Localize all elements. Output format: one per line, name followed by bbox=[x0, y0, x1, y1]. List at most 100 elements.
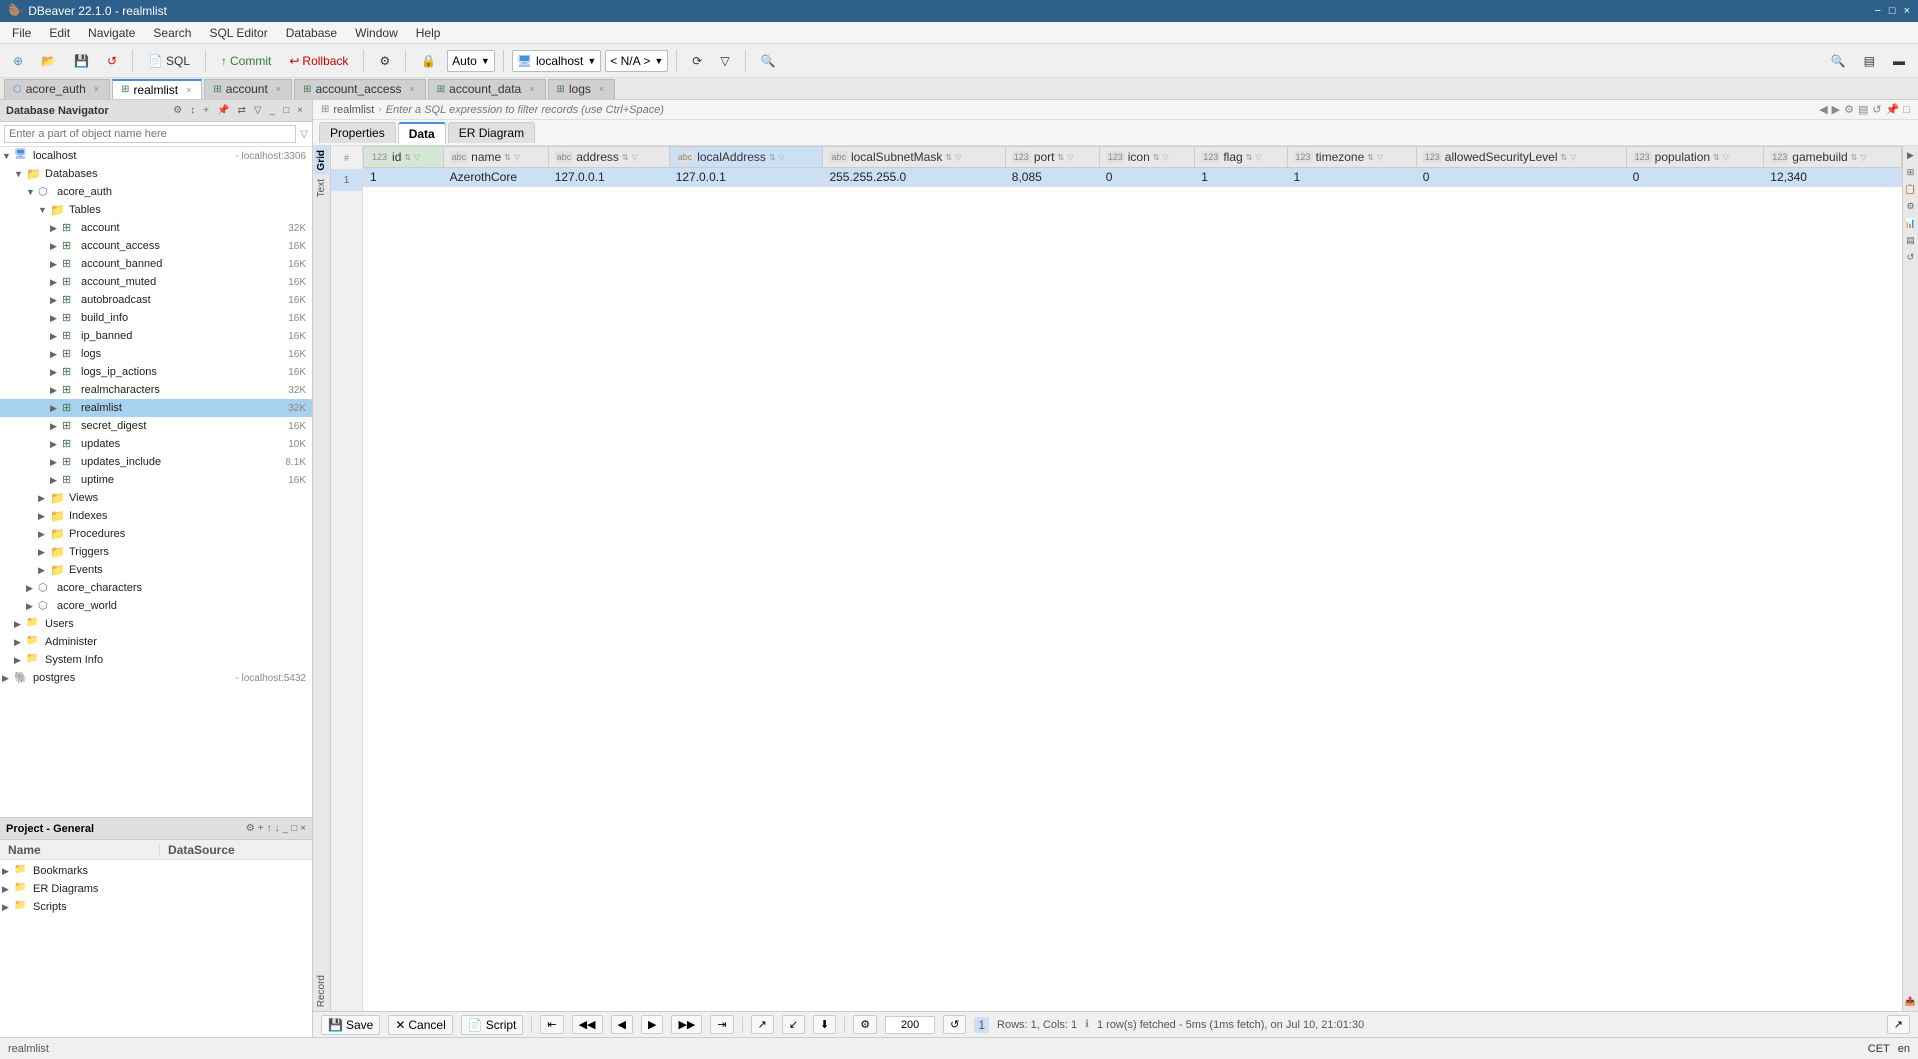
tab-acore-auth-close[interactable]: × bbox=[94, 84, 99, 94]
nav-next-button[interactable]: ▶ bbox=[1832, 103, 1840, 116]
col-address-sort[interactable]: ⇅ bbox=[622, 153, 629, 162]
status-expand-button[interactable]: ↗ bbox=[1887, 1015, 1910, 1034]
nav-next-page-button[interactable]: ▶▶ bbox=[671, 1015, 702, 1034]
import-button[interactable]: ↙ bbox=[782, 1015, 805, 1034]
tab-account-close[interactable]: × bbox=[276, 84, 281, 94]
search-input[interactable] bbox=[4, 125, 296, 143]
tree-table-account[interactable]: ▶ ⊞ account 32K bbox=[0, 219, 312, 237]
tree-acore-world[interactable]: ▶ ⬡ acore_world bbox=[0, 597, 312, 615]
nav-arrows-icon[interactable]: ⇄ bbox=[234, 104, 248, 117]
project-close-icon[interactable]: × bbox=[300, 823, 306, 834]
project-up-icon[interactable]: ↑ bbox=[267, 823, 272, 834]
tab-account-data[interactable]: ⊞ account_data × bbox=[428, 79, 546, 99]
tree-table-logs[interactable]: ▶ ⊞ logs 16K bbox=[0, 345, 312, 363]
col-icon-filter[interactable]: ▽ bbox=[1162, 153, 1168, 162]
tree-table-account-muted[interactable]: ▶ ⊞ account_muted 16K bbox=[0, 273, 312, 291]
project-item-er-diagrams[interactable]: ▶ 📁 ER Diagrams bbox=[0, 880, 312, 898]
tab-account[interactable]: ⊞ account × bbox=[204, 79, 292, 99]
tree-table-uptime[interactable]: ▶ ⊞ uptime 16K bbox=[0, 471, 312, 489]
tree-administer[interactable]: ▶ 📁 Administer bbox=[0, 633, 312, 651]
tree-acore-auth[interactable]: ▼ ⬡ acore_auth bbox=[0, 183, 312, 201]
col-id-filter[interactable]: ▽ bbox=[414, 153, 420, 162]
tree-table-logs-ip-actions[interactable]: ▶ ⊞ logs_ip_actions 16K bbox=[0, 363, 312, 381]
maximize-button[interactable]: □ bbox=[1889, 5, 1896, 17]
sub-tab-er-diagram[interactable]: ER Diagram bbox=[448, 122, 535, 143]
menu-navigate[interactable]: Navigate bbox=[80, 24, 143, 42]
sql-button[interactable]: 📄 SQL bbox=[141, 50, 197, 72]
col-local-address-sort[interactable]: ⇅ bbox=[769, 153, 776, 162]
col-address[interactable]: abc address ⇅ ▽ bbox=[548, 147, 669, 168]
nav-add-icon[interactable]: + bbox=[200, 104, 212, 117]
nav-minimize-icon[interactable]: _ bbox=[267, 104, 279, 117]
tree-acore-characters[interactable]: ▶ ⬡ acore_characters bbox=[0, 579, 312, 597]
nav-prev-row-button[interactable]: ◀ bbox=[611, 1015, 633, 1034]
menu-help[interactable]: Help bbox=[408, 24, 449, 42]
col-timezone[interactable]: 123 timezone ⇅ ▽ bbox=[1287, 147, 1416, 168]
tree-localhost[interactable]: ▼ 🖥 localhost - localhost:3306 bbox=[0, 147, 312, 165]
tree-triggers[interactable]: ▶ 📁 Triggers bbox=[0, 543, 312, 561]
tree-table-updates[interactable]: ▶ ⊞ updates 10K bbox=[0, 435, 312, 453]
project-minimize-icon[interactable]: _ bbox=[283, 823, 289, 834]
panel-icon-2[interactable]: ⊞ bbox=[1907, 167, 1915, 178]
nav-close-icon[interactable]: × bbox=[294, 104, 306, 117]
tab-acore-auth[interactable]: ⬡ acore_auth × bbox=[4, 79, 110, 99]
nav-expand-icon[interactable]: ↕ bbox=[187, 104, 198, 117]
table-row[interactable]: 1 AzerothCore 127.0.0.1 127.0.0.1 255.25… bbox=[364, 168, 1902, 187]
close-button[interactable]: × bbox=[1904, 5, 1910, 17]
project-settings-icon[interactable]: ⚙ bbox=[246, 823, 255, 834]
tree-table-autobroadcast[interactable]: ▶ ⊞ autobroadcast 16K bbox=[0, 291, 312, 309]
grid-mode-record[interactable]: Record bbox=[314, 971, 329, 1011]
status-cancel-button[interactable]: ✕ Cancel bbox=[388, 1015, 452, 1035]
tree-tables[interactable]: ▼ 📁 Tables bbox=[0, 201, 312, 219]
panel-icon-8[interactable]: 📤 bbox=[1905, 996, 1916, 1007]
col-port-filter[interactable]: ▽ bbox=[1067, 153, 1073, 162]
project-down-icon[interactable]: ↓ bbox=[275, 823, 280, 834]
nav-next-row-button[interactable]: ▶ bbox=[641, 1015, 663, 1034]
menu-file[interactable]: File bbox=[4, 24, 39, 42]
col-name[interactable]: abc name ⇅ ▽ bbox=[443, 147, 548, 168]
col-local-subnet-mask[interactable]: abc localSubnetMask ⇅ ▽ bbox=[823, 147, 1005, 168]
tree-users[interactable]: ▶ 📁 Users bbox=[0, 615, 312, 633]
refresh-small-button[interactable]: ↺ bbox=[1872, 103, 1881, 116]
sub-tab-properties[interactable]: Properties bbox=[319, 122, 396, 143]
col-address-filter[interactable]: ▽ bbox=[632, 153, 638, 162]
tree-postgres[interactable]: ▶ 🐘 postgres - localhost:5432 bbox=[0, 669, 312, 687]
tab-logs[interactable]: ⊞ logs × bbox=[548, 79, 616, 99]
tab-realmlist-close[interactable]: × bbox=[186, 85, 191, 95]
rollback-button[interactable]: ↩ Rollback bbox=[282, 50, 355, 72]
host-dropdown[interactable]: 🖥 localhost ▼ bbox=[512, 50, 602, 72]
col-subnet-filter[interactable]: ▽ bbox=[955, 153, 961, 162]
refresh-count-button[interactable]: ↺ bbox=[943, 1015, 966, 1034]
minimize-panels-button[interactable]: ▬ bbox=[1886, 50, 1912, 72]
title-bar-controls[interactable]: − □ × bbox=[1874, 5, 1910, 17]
search-data-button[interactable]: 🔍 bbox=[754, 50, 783, 72]
tree-table-build-info[interactable]: ▶ ⊞ build_info 16K bbox=[0, 309, 312, 327]
panel-icon-3[interactable]: 📋 bbox=[1905, 184, 1916, 195]
col-icon-sort[interactable]: ⇅ bbox=[1153, 153, 1160, 162]
status-script-button[interactable]: 📄 Script bbox=[461, 1015, 524, 1035]
project-add-icon[interactable]: + bbox=[258, 823, 264, 834]
tree-table-ip-banned[interactable]: ▶ ⊞ ip_banned 16K bbox=[0, 327, 312, 345]
project-maximize-icon[interactable]: □ bbox=[291, 823, 297, 834]
minimize-button[interactable]: − bbox=[1874, 5, 1880, 17]
panel-icon-6[interactable]: ▤ bbox=[1906, 235, 1915, 246]
col-gamebuild-filter[interactable]: ▽ bbox=[1860, 153, 1866, 162]
lock-button[interactable]: 🔒 bbox=[414, 50, 443, 72]
col-subnet-sort[interactable]: ⇅ bbox=[945, 153, 952, 162]
settings-small-button[interactable]: ⚙ bbox=[1844, 103, 1854, 116]
tab-account-access-close[interactable]: × bbox=[410, 84, 415, 94]
sub-tab-data[interactable]: Data bbox=[398, 122, 446, 144]
export-button[interactable]: ↗ bbox=[751, 1015, 774, 1034]
tab-realmlist[interactable]: ⊞ realmlist × bbox=[112, 79, 202, 99]
col-local-address-filter[interactable]: ▽ bbox=[779, 153, 785, 162]
grid-scroll[interactable]: 123 id ⇅ ▽ abc name bbox=[363, 146, 1902, 1011]
tree-table-realmcharacters[interactable]: ▶ ⊞ realmcharacters 32K bbox=[0, 381, 312, 399]
download-button[interactable]: ⬇ bbox=[813, 1015, 836, 1034]
settings-button[interactable]: ⚙ bbox=[372, 50, 397, 72]
menu-sql-editor[interactable]: SQL Editor bbox=[201, 24, 275, 42]
menu-window[interactable]: Window bbox=[347, 24, 406, 42]
auto-dropdown[interactable]: Auto ▼ bbox=[447, 50, 495, 72]
project-item-scripts[interactable]: ▶ 📁 Scripts bbox=[0, 898, 312, 916]
search-global-button[interactable]: 🔍 bbox=[1824, 50, 1853, 72]
col-name-sort[interactable]: ⇅ bbox=[504, 153, 511, 162]
